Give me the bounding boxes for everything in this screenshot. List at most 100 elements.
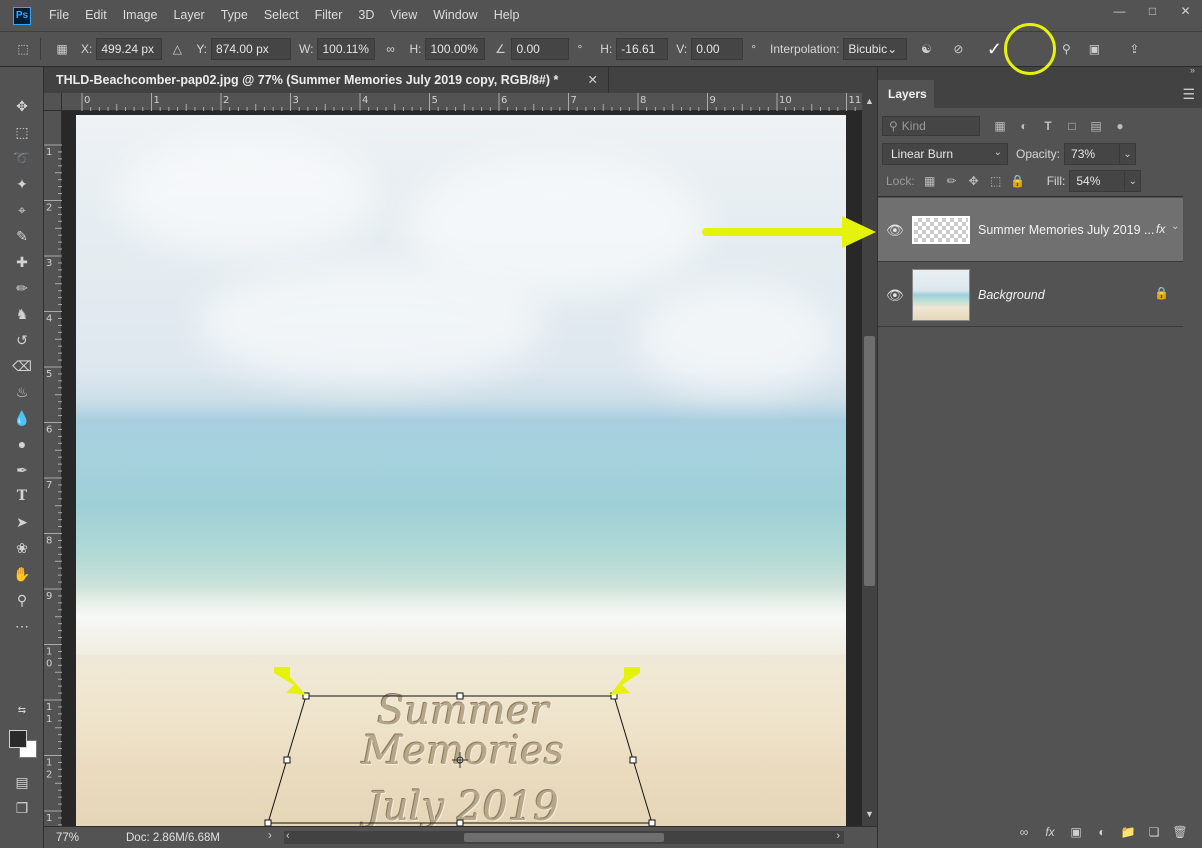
- minimize-icon[interactable]: —: [1103, 0, 1136, 22]
- foreground-color-swatch[interactable]: [9, 730, 27, 748]
- menu-type[interactable]: Type: [213, 0, 256, 31]
- menu-layer[interactable]: Layer: [165, 0, 212, 31]
- paint-bucket-tool-icon[interactable]: ♨: [0, 379, 44, 405]
- layer-row-background[interactable]: 👁 Background 🔒: [878, 263, 1183, 327]
- lock-image-pixels-icon[interactable]: ✏: [941, 171, 963, 191]
- commit-transform-icon[interactable]: ✓: [983, 38, 1005, 60]
- horizontal-ruler[interactable]: 0123456789101112: [62, 93, 978, 111]
- vertical-ruler[interactable]: 12345678910111213: [44, 111, 62, 847]
- horizontal-skew-field[interactable]: -16.61: [616, 38, 669, 60]
- maximize-icon[interactable]: □: [1136, 0, 1169, 22]
- reference-point-icon[interactable]: [452, 752, 468, 768]
- lock-icon[interactable]: 🔒: [1154, 286, 1169, 300]
- menu-window[interactable]: Window: [425, 0, 485, 31]
- document-tab[interactable]: THLD-Beachcomber-pap02.jpg @ 77% (Summer…: [44, 67, 609, 93]
- interpolation-select[interactable]: Bicubic ⌄: [843, 38, 908, 60]
- height-field[interactable]: 100.00%: [425, 38, 486, 60]
- blur-tool-icon[interactable]: 💧: [0, 405, 44, 431]
- lock-artboard-icon[interactable]: ⬚: [985, 171, 1007, 191]
- layer-name[interactable]: Background: [978, 288, 1045, 302]
- pen-tool-icon[interactable]: ✒: [0, 457, 44, 483]
- adjustment-layer-icon[interactable]: ◐: [1089, 822, 1115, 842]
- reference-point-icon[interactable]: ▦: [51, 38, 73, 60]
- filter-toggle-icon[interactable]: ●: [1108, 116, 1132, 136]
- workspace-icon[interactable]: ▣: [1083, 38, 1105, 60]
- quick-mask-icon[interactable]: ▤: [0, 769, 44, 795]
- eyedropper-tool-icon[interactable]: ✎: [0, 223, 44, 249]
- custom-shape-tool-icon[interactable]: ❀: [0, 535, 44, 561]
- close-tab-icon[interactable]: ✕: [588, 72, 598, 87]
- eraser-tool-icon[interactable]: ⌫: [0, 353, 44, 379]
- eye-visibility-icon[interactable]: 👁: [886, 287, 904, 303]
- brush-tool-icon[interactable]: ✏: [0, 275, 44, 301]
- width-field[interactable]: 100.11%: [317, 38, 376, 60]
- handle-middle-left[interactable]: [283, 756, 291, 764]
- menu-help[interactable]: Help: [486, 0, 528, 31]
- path-selection-tool-icon[interactable]: ➤: [0, 509, 44, 535]
- scroll-left-icon[interactable]: ‹: [286, 830, 290, 842]
- color-swatches[interactable]: [9, 730, 39, 760]
- menu-image[interactable]: Image: [115, 0, 166, 31]
- menu-view[interactable]: View: [382, 0, 425, 31]
- horizontal-scroll-thumb[interactable]: [464, 833, 664, 842]
- lock-transparent-pixels-icon[interactable]: ▦: [919, 171, 941, 191]
- move-tool-icon[interactable]: ✥: [0, 93, 44, 119]
- y-position-field[interactable]: 874.00 px: [211, 38, 292, 60]
- warp-mode-icon[interactable]: ☯: [915, 38, 937, 60]
- layer-thumbnail[interactable]: [912, 269, 970, 321]
- layer-row-summer-memories[interactable]: 👁 Summer Memories July 2019 ... fx ⌄: [878, 198, 1183, 262]
- cancel-transform-icon[interactable]: ⊘: [947, 38, 969, 60]
- delta-icon[interactable]: △: [166, 38, 188, 60]
- dodge-tool-icon[interactable]: ●: [0, 431, 44, 457]
- handle-top-middle[interactable]: [456, 692, 464, 700]
- opacity-dropdown-icon[interactable]: ⌄: [1120, 143, 1137, 165]
- chevron-down-icon[interactable]: ⌄: [1171, 221, 1179, 232]
- panel-menu-icon[interactable]: ☰: [1182, 86, 1195, 103]
- collapse-panel-icon[interactable]: »: [1190, 65, 1195, 75]
- layer-name[interactable]: Summer Memories July 2019 ...: [978, 223, 1154, 237]
- history-brush-tool-icon[interactable]: ↺: [0, 327, 44, 353]
- add-mask-icon[interactable]: ▣: [1063, 822, 1089, 842]
- horizontal-scrollbar[interactable]: ‹ ›: [284, 830, 844, 844]
- zoom-tool-icon[interactable]: ⚲: [0, 587, 44, 613]
- hand-tool-icon[interactable]: ✋: [0, 561, 44, 587]
- fx-icon[interactable]: fx: [1156, 222, 1165, 236]
- ruler-origin[interactable]: [44, 93, 62, 111]
- marquee-tool-icon[interactable]: ⬚: [0, 119, 44, 145]
- link-layers-icon[interactable]: ∞: [1011, 822, 1037, 842]
- delete-layer-icon[interactable]: 🗑: [1167, 822, 1193, 842]
- healing-brush-tool-icon[interactable]: ✚: [0, 249, 44, 275]
- swap-colors-icon[interactable]: ⇆: [0, 697, 44, 723]
- close-icon[interactable]: ✕: [1169, 0, 1202, 22]
- new-layer-icon[interactable]: ❏: [1141, 822, 1167, 842]
- more-tools-icon[interactable]: ⋯: [0, 613, 44, 639]
- stamp-tool-icon[interactable]: ♞: [0, 301, 44, 327]
- scroll-right-icon[interactable]: ›: [836, 830, 840, 842]
- fill-dropdown-icon[interactable]: ⌄: [1125, 170, 1142, 192]
- status-menu-chevron-icon[interactable]: ›: [268, 830, 272, 842]
- menu-edit[interactable]: Edit: [77, 0, 115, 31]
- new-group-icon[interactable]: 📁: [1115, 822, 1141, 842]
- lock-position-icon[interactable]: ✥: [963, 171, 985, 191]
- vertical-skew-field[interactable]: 0.00: [691, 38, 744, 60]
- eye-visibility-icon[interactable]: 👁: [886, 222, 904, 238]
- opacity-field[interactable]: 73%: [1064, 143, 1121, 165]
- transform-tool-icon[interactable]: ⬚: [12, 38, 34, 60]
- scroll-up-icon[interactable]: ▲: [865, 96, 874, 106]
- type-tool-icon[interactable]: T: [0, 483, 44, 509]
- screen-mode-icon[interactable]: ❐: [0, 795, 44, 821]
- menu-filter[interactable]: Filter: [307, 0, 351, 31]
- menu-3d[interactable]: 3D: [350, 0, 382, 31]
- layer-thumbnail[interactable]: [912, 216, 970, 244]
- lock-all-icon[interactable]: 🔒: [1007, 171, 1029, 191]
- layers-tab[interactable]: Layers: [878, 80, 934, 108]
- adjustment-layer-filter-icon[interactable]: ◐: [1012, 116, 1036, 136]
- smart-object-filter-icon[interactable]: ▤: [1084, 116, 1108, 136]
- type-layer-filter-icon[interactable]: T: [1036, 116, 1060, 136]
- menu-select[interactable]: Select: [256, 0, 307, 31]
- document-size[interactable]: Doc: 2.86M/6.68M: [106, 832, 264, 844]
- blend-mode-select[interactable]: Linear Burn ⌄: [882, 143, 1008, 165]
- rotation-field[interactable]: 0.00: [511, 38, 570, 60]
- x-position-field[interactable]: 499.24 px: [96, 38, 163, 60]
- zoom-level[interactable]: 77%: [44, 832, 106, 844]
